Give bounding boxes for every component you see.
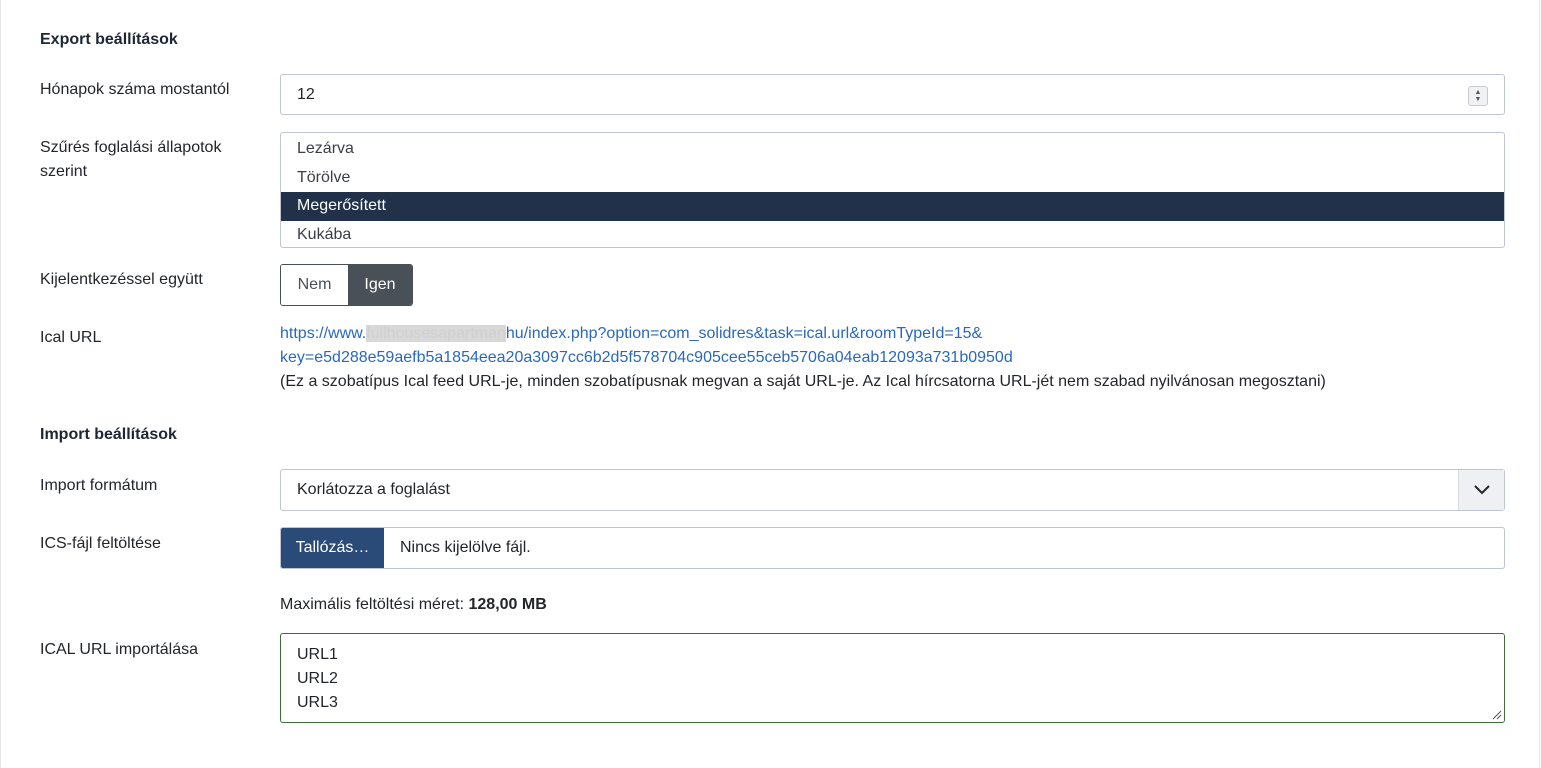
import-format-label: Import formátum: [40, 477, 158, 494]
ics-file-input[interactable]: Tallózás… Nincs kijelölve fájl.: [280, 527, 1505, 569]
url-line: URL2: [297, 670, 338, 687]
ical-url-redacted: fullhousesapartman: [366, 325, 506, 342]
ical-url-key[interactable]: key=e5d288e59aefb5a1854eea20a3097cc6b2d5…: [280, 346, 1013, 370]
spinner-icon[interactable]: ▲ ▼: [1468, 86, 1488, 106]
months-label: Hónapok száma mostantól: [40, 81, 230, 98]
import-heading: Import beállítások: [40, 426, 177, 443]
filter-label: Szűrés foglalási állapotok szerint: [40, 139, 222, 180]
url-line: URL3: [297, 694, 338, 711]
checkout-label: Kijelentkezéssel együtt: [40, 271, 203, 288]
status-filter-listbox[interactable]: Lezárva Törölve Megerősített Kukába: [280, 132, 1505, 248]
max-upload-size: Maximális feltöltési méret: 128,00 MB: [280, 593, 547, 617]
chevron-down-icon[interactable]: [1458, 470, 1504, 510]
status-option-confirmed[interactable]: Megerősített: [281, 192, 1504, 221]
status-option-trashed[interactable]: Kukába: [281, 221, 1504, 248]
resize-grip-icon[interactable]: [1490, 708, 1502, 720]
import-format-select[interactable]: Korlátozza a foglalást: [280, 469, 1505, 511]
max-size-label: Maximális feltöltési méret:: [280, 596, 465, 613]
ical-note: (Ez a szobatípus Ical feed URL-je, minde…: [280, 373, 1326, 390]
file-status: Nincs kijelölve fájl.: [400, 539, 531, 556]
url-line: URL1: [297, 646, 338, 663]
status-option-cancelled[interactable]: Törölve: [281, 164, 1504, 193]
max-size-value: 128,00 MB: [468, 596, 547, 613]
ics-upload-label: ICS-fájl feltöltése: [40, 535, 161, 552]
export-heading: Export beállítások: [40, 31, 178, 48]
settings-panel: Export beállítások Hónapok száma mostant…: [0, 0, 1540, 768]
ical-import-label: ICAL URL importálása: [40, 641, 198, 658]
checkout-no-button[interactable]: Nem: [281, 265, 348, 305]
import-format-value: Korlátozza a foglalást: [297, 481, 450, 498]
ical-url-rest: hu/index.php?option=com_solidres&task=ic…: [505, 325, 983, 342]
checkout-toggle: Nem Igen: [280, 264, 413, 306]
checkout-yes-button[interactable]: Igen: [348, 265, 412, 305]
ical-url-link[interactable]: https://www.fullhousesapartmanhu/index.p…: [280, 322, 982, 346]
months-input[interactable]: 12 ▲ ▼: [280, 74, 1505, 115]
browse-button[interactable]: Tallózás…: [281, 528, 384, 568]
ical-url-prefix: https://www.: [280, 325, 367, 342]
ical-url-label: Ical URL: [40, 329, 102, 346]
months-value: 12: [297, 85, 315, 103]
status-option-closed[interactable]: Lezárva: [281, 135, 1504, 164]
ical-url-textarea[interactable]: URL1 URL2 URL3: [280, 633, 1505, 723]
